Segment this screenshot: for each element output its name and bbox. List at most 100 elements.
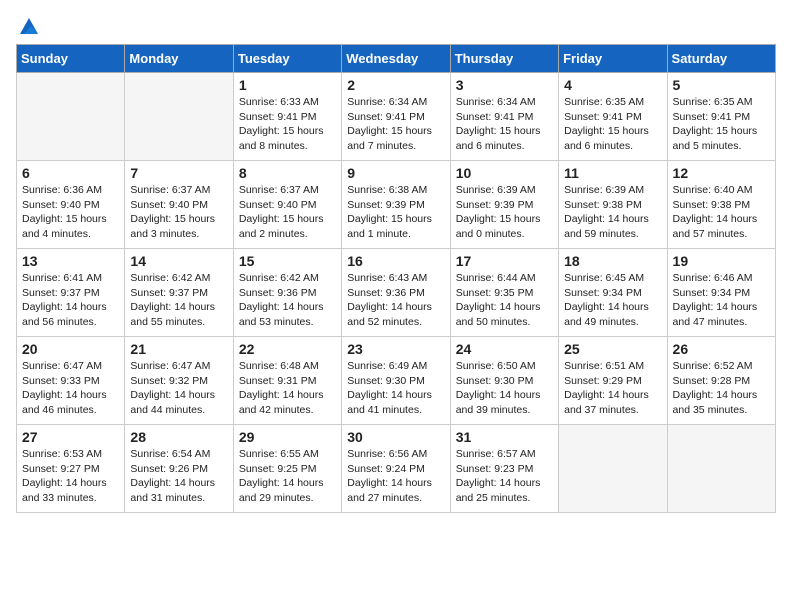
day-number: 21: [130, 341, 227, 357]
calendar-week-3: 13 Sunrise: 6:41 AMSunset: 9:37 PMDayligh…: [17, 249, 776, 337]
calendar-cell: [559, 425, 667, 513]
day-number: 15: [239, 253, 336, 269]
calendar-cell: 29 Sunrise: 6:55 AMSunset: 9:25 PMDayligh…: [233, 425, 341, 513]
calendar-cell: 28 Sunrise: 6:54 AMSunset: 9:26 PMDayligh…: [125, 425, 233, 513]
calendar-cell: 4 Sunrise: 6:35 AMSunset: 9:41 PMDaylight…: [559, 73, 667, 161]
day-number: 20: [22, 341, 119, 357]
calendar-cell: 10 Sunrise: 6:39 AMSunset: 9:39 PMDayligh…: [450, 161, 558, 249]
day-number: 13: [22, 253, 119, 269]
calendar-week-4: 20 Sunrise: 6:47 AMSunset: 9:33 PMDayligh…: [17, 337, 776, 425]
day-number: 6: [22, 165, 119, 181]
day-number: 11: [564, 165, 661, 181]
day-info: Sunrise: 6:35 AMSunset: 9:41 PMDaylight:…: [564, 95, 661, 154]
calendar-cell: 22 Sunrise: 6:48 AMSunset: 9:31 PMDayligh…: [233, 337, 341, 425]
day-info: Sunrise: 6:36 AMSunset: 9:40 PMDaylight:…: [22, 183, 119, 242]
day-info: Sunrise: 6:39 AMSunset: 9:39 PMDaylight:…: [456, 183, 553, 242]
calendar-cell: 9 Sunrise: 6:38 AMSunset: 9:39 PMDaylight…: [342, 161, 450, 249]
calendar-cell: 15 Sunrise: 6:42 AMSunset: 9:36 PMDayligh…: [233, 249, 341, 337]
calendar-cell: 25Sunrise: 6:51 AMSunset: 9:29 PMDayligh…: [559, 337, 667, 425]
day-number: 23: [347, 341, 444, 357]
calendar-cell: 24 Sunrise: 6:50 AMSunset: 9:30 PMDayligh…: [450, 337, 558, 425]
day-number: 7: [130, 165, 227, 181]
day-info: Sunrise: 6:52 AMSunset: 9:28 PMDaylight:…: [673, 359, 770, 418]
calendar-cell: 19Sunrise: 6:46 AMSunset: 9:34 PMDayligh…: [667, 249, 775, 337]
calendar-cell: 26 Sunrise: 6:52 AMSunset: 9:28 PMDayligh…: [667, 337, 775, 425]
day-number: 16: [347, 253, 444, 269]
day-info: Sunrise: 6:41 AMSunset: 9:37 PMDaylight:…: [22, 271, 119, 330]
day-info: Sunrise: 6:35 AMSunset: 9:41 PMDaylight:…: [673, 95, 770, 154]
day-number: 9: [347, 165, 444, 181]
day-info: Sunrise: 6:48 AMSunset: 9:31 PMDaylight:…: [239, 359, 336, 418]
day-info: Sunrise: 6:47 AMSunset: 9:32 PMDaylight:…: [130, 359, 227, 418]
day-number: 3: [456, 77, 553, 93]
logo-icon: [18, 16, 40, 38]
day-info: Sunrise: 6:45 AMSunset: 9:34 PMDaylight:…: [564, 271, 661, 330]
calendar-week-5: 27 Sunrise: 6:53 AMSunset: 9:27 PMDayligh…: [17, 425, 776, 513]
weekday-header-wednesday: Wednesday: [342, 45, 450, 73]
day-info: Sunrise: 6:42 AMSunset: 9:36 PMDaylight:…: [239, 271, 336, 330]
day-info: Sunrise: 6:33 AMSunset: 9:41 PMDaylight:…: [239, 95, 336, 154]
day-number: 2: [347, 77, 444, 93]
calendar-cell: 13 Sunrise: 6:41 AMSunset: 9:37 PMDayligh…: [17, 249, 125, 337]
day-number: 1: [239, 77, 336, 93]
calendar-cell: 1 Sunrise: 6:33 AMSunset: 9:41 PMDaylight…: [233, 73, 341, 161]
day-number: 26: [673, 341, 770, 357]
calendar-cell: 6 Sunrise: 6:36 AMSunset: 9:40 PMDaylight…: [17, 161, 125, 249]
calendar-cell: 8 Sunrise: 6:37 AMSunset: 9:40 PMDaylight…: [233, 161, 341, 249]
day-info: Sunrise: 6:53 AMSunset: 9:27 PMDaylight:…: [22, 447, 119, 506]
day-number: 24: [456, 341, 553, 357]
day-number: 4: [564, 77, 661, 93]
day-number: 8: [239, 165, 336, 181]
calendar-cell: 16 Sunrise: 6:43 AMSunset: 9:36 PMDayligh…: [342, 249, 450, 337]
logo: [16, 16, 40, 34]
calendar-week-1: 1 Sunrise: 6:33 AMSunset: 9:41 PMDaylight…: [17, 73, 776, 161]
day-number: 30: [347, 429, 444, 445]
day-info: Sunrise: 6:43 AMSunset: 9:36 PMDaylight:…: [347, 271, 444, 330]
day-info: Sunrise: 6:44 AMSunset: 9:35 PMDaylight:…: [456, 271, 553, 330]
day-number: 19: [673, 253, 770, 269]
calendar-cell: 20 Sunrise: 6:47 AMSunset: 9:33 PMDayligh…: [17, 337, 125, 425]
day-number: 14: [130, 253, 227, 269]
day-info: Sunrise: 6:55 AMSunset: 9:25 PMDaylight:…: [239, 447, 336, 506]
day-number: 12: [673, 165, 770, 181]
day-number: 27: [22, 429, 119, 445]
day-info: Sunrise: 6:51 AMSunset: 9:29 PMDaylight:…: [564, 359, 661, 418]
calendar-cell: 21 Sunrise: 6:47 AMSunset: 9:32 PMDayligh…: [125, 337, 233, 425]
day-number: 31: [456, 429, 553, 445]
day-number: 28: [130, 429, 227, 445]
calendar-cell: 5Sunrise: 6:35 AMSunset: 9:41 PMDaylight…: [667, 73, 775, 161]
day-info: Sunrise: 6:54 AMSunset: 9:26 PMDaylight:…: [130, 447, 227, 506]
weekday-header-tuesday: Tuesday: [233, 45, 341, 73]
calendar-cell: 17 Sunrise: 6:44 AMSunset: 9:35 PMDayligh…: [450, 249, 558, 337]
calendar-cell: 2 Sunrise: 6:34 AMSunset: 9:41 PMDaylight…: [342, 73, 450, 161]
day-number: 17: [456, 253, 553, 269]
calendar-week-2: 6 Sunrise: 6:36 AMSunset: 9:40 PMDaylight…: [17, 161, 776, 249]
day-number: 18: [564, 253, 661, 269]
day-info: Sunrise: 6:34 AMSunset: 9:41 PMDaylight:…: [456, 95, 553, 154]
day-info: Sunrise: 6:49 AMSunset: 9:30 PMDaylight:…: [347, 359, 444, 418]
day-info: Sunrise: 6:42 AMSunset: 9:37 PMDaylight:…: [130, 271, 227, 330]
calendar-cell: 14 Sunrise: 6:42 AMSunset: 9:37 PMDayligh…: [125, 249, 233, 337]
calendar-cell: 23 Sunrise: 6:49 AMSunset: 9:30 PMDayligh…: [342, 337, 450, 425]
calendar-cell: 31Sunrise: 6:57 AMSunset: 9:23 PMDayligh…: [450, 425, 558, 513]
day-info: Sunrise: 6:50 AMSunset: 9:30 PMDaylight:…: [456, 359, 553, 418]
weekday-header-monday: Monday: [125, 45, 233, 73]
weekday-header-friday: Friday: [559, 45, 667, 73]
calendar-cell: 18 Sunrise: 6:45 AMSunset: 9:34 PMDayligh…: [559, 249, 667, 337]
day-number: 22: [239, 341, 336, 357]
day-info: Sunrise: 6:56 AMSunset: 9:24 PMDaylight:…: [347, 447, 444, 506]
calendar-cell: [17, 73, 125, 161]
calendar-cell: 11Sunrise: 6:39 AMSunset: 9:38 PMDayligh…: [559, 161, 667, 249]
calendar-cell: [667, 425, 775, 513]
weekday-header-sunday: Sunday: [17, 45, 125, 73]
calendar-cell: 12Sunrise: 6:40 AMSunset: 9:38 PMDayligh…: [667, 161, 775, 249]
day-info: Sunrise: 6:37 AMSunset: 9:40 PMDaylight:…: [239, 183, 336, 242]
day-info: Sunrise: 6:47 AMSunset: 9:33 PMDaylight:…: [22, 359, 119, 418]
calendar-cell: [125, 73, 233, 161]
day-info: Sunrise: 6:38 AMSunset: 9:39 PMDaylight:…: [347, 183, 444, 242]
day-number: 29: [239, 429, 336, 445]
day-info: Sunrise: 6:34 AMSunset: 9:41 PMDaylight:…: [347, 95, 444, 154]
calendar-cell: 30 Sunrise: 6:56 AMSunset: 9:24 PMDayligh…: [342, 425, 450, 513]
calendar-table: SundayMondayTuesdayWednesdayThursdayFrid…: [16, 44, 776, 513]
day-number: 10: [456, 165, 553, 181]
